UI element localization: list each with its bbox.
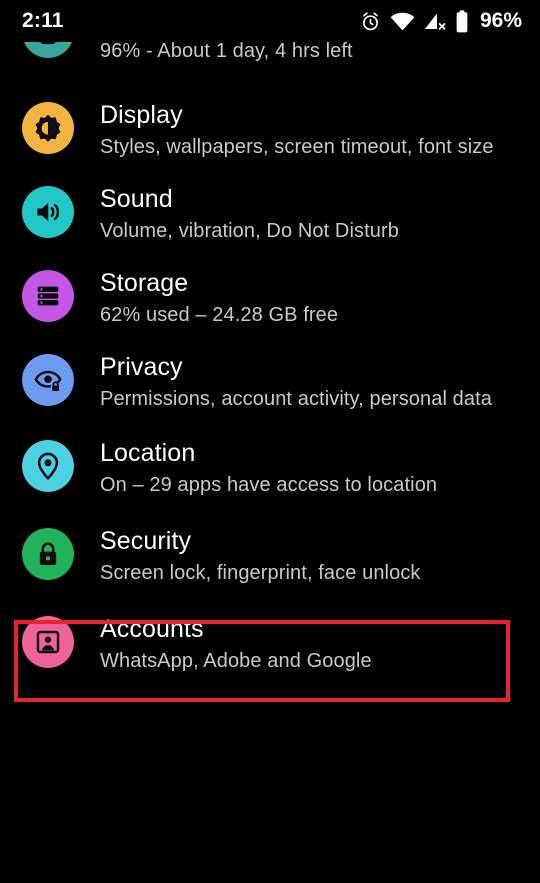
settings-row-battery[interactable]: Battery 96% - About 1 day, 4 hrs left xyxy=(0,42,540,82)
settings-row-battery-summary: 96% - About 1 day, 4 hrs left xyxy=(100,42,353,62)
settings-row-storage-summary: 62% used – 24.28 GB free xyxy=(100,304,339,326)
settings-row-sound-summary: Volume, vibration, Do Not Disturb xyxy=(100,220,399,242)
storage-stack-icon xyxy=(22,270,74,322)
settings-row-privacy[interactable]: Privacy Permissions, account activity, p… xyxy=(0,352,540,414)
settings-row-privacy-summary: Permissions, account activity, personal … xyxy=(100,388,492,410)
settings-row-display-summary: Styles, wallpapers, screen timeout, font… xyxy=(100,136,494,158)
settings-row-location[interactable]: Location On – 29 apps have access to loc… xyxy=(0,438,540,500)
settings-row-security-text: Security Screen lock, fingerprint, face … xyxy=(100,526,520,588)
settings-row-security[interactable]: Security Screen lock, fingerprint, face … xyxy=(0,526,540,588)
padlock-icon xyxy=(22,528,74,580)
settings-row-display-title: Display xyxy=(100,101,183,129)
settings-row-accounts-title: Accounts xyxy=(100,615,204,643)
settings-row-sound[interactable]: Sound Volume, vibration, Do Not Disturb xyxy=(0,184,540,246)
settings-row-accounts[interactable]: Accounts WhatsApp, Adobe and Google xyxy=(0,614,540,676)
settings-row-security-summary: Screen lock, fingerprint, face unlock xyxy=(100,562,421,584)
settings-row-sound-title: Sound xyxy=(100,185,173,213)
settings-row-privacy-title: Privacy xyxy=(100,353,183,381)
settings-row-sound-text: Sound Volume, vibration, Do Not Disturb xyxy=(100,184,520,246)
settings-row-location-title: Location xyxy=(100,439,196,467)
settings-list: Battery 96% - About 1 day, 4 hrs left Di… xyxy=(0,42,540,702)
settings-row-location-summary: On – 29 apps have access to location xyxy=(100,474,438,496)
settings-row-storage-text: Storage 62% used – 24.28 GB free xyxy=(100,268,520,330)
settings-row-battery-text: Battery 96% - About 1 day, 4 hrs left xyxy=(100,42,520,66)
settings-row-accounts-summary: WhatsApp, Adobe and Google xyxy=(100,650,372,672)
settings-row-location-text: Location On – 29 apps have access to loc… xyxy=(100,438,520,500)
alarm-icon xyxy=(360,11,381,32)
settings-row-accounts-text: Accounts WhatsApp, Adobe and Google xyxy=(100,614,520,676)
status-bar: 2:11 96% xyxy=(0,0,540,42)
eye-lock-icon xyxy=(22,354,74,406)
volume-icon xyxy=(22,186,74,238)
wifi-icon xyxy=(390,11,415,32)
mobile-data-off-icon xyxy=(424,11,446,32)
settings-row-privacy-text: Privacy Permissions, account activity, p… xyxy=(100,352,520,414)
status-bar-icons: 96% xyxy=(360,9,522,33)
settings-row-display[interactable]: Display Styles, wallpapers, screen timeo… xyxy=(0,100,540,162)
settings-row-storage-title: Storage xyxy=(100,269,189,297)
settings-row-security-title: Security xyxy=(100,527,192,555)
settings-row-display-text: Display Styles, wallpapers, screen timeo… xyxy=(100,100,520,162)
battery-circle-icon xyxy=(22,42,74,58)
account-box-icon xyxy=(22,616,74,668)
status-bar-clock: 2:11 xyxy=(22,9,64,32)
brightness-icon xyxy=(22,102,74,154)
battery-icon xyxy=(455,9,469,33)
battery-percent-label: 96% xyxy=(479,9,522,32)
settings-row-storage[interactable]: Storage 62% used – 24.28 GB free xyxy=(0,268,540,330)
map-pin-icon xyxy=(22,440,74,492)
